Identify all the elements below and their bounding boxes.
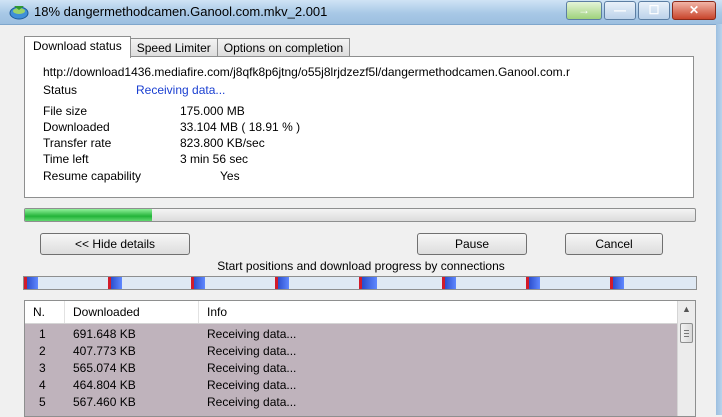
connection-marker — [442, 277, 445, 289]
row-info: Receiving data... — [207, 395, 297, 409]
row-downloaded: 691.648 KB — [73, 327, 136, 341]
tab-strip: Download status Speed Limiter Options on… — [24, 36, 351, 58]
connection-marker — [275, 277, 278, 289]
idm-globe-icon — [9, 6, 29, 20]
list-item[interactable]: 4 464.804 KB Receiving data... — [25, 377, 677, 394]
connection-segment — [359, 277, 377, 289]
connection-marker — [191, 277, 194, 289]
row-info: Receiving data... — [207, 361, 297, 375]
resume-capability-label: Resume capability — [43, 169, 142, 183]
row-downloaded: 567.460 KB — [73, 395, 136, 409]
connection-marker — [24, 277, 27, 289]
close-button[interactable]: ✕ — [672, 1, 716, 20]
row-downloaded: 464.804 KB — [73, 378, 136, 392]
title-bar[interactable]: 18% dangermethodcamen.Ganool.com.mkv_2.0… — [0, 0, 722, 25]
column-header-downloaded[interactable]: Downloaded — [65, 301, 199, 323]
downloaded-value: 33.104 MB ( 18.91 % ) — [180, 120, 301, 134]
status-label: Status — [43, 83, 78, 97]
list-body: 1 691.648 KB Receiving data... 2 407.773… — [25, 324, 677, 416]
transfer-rate-value: 823.800 KB/sec — [180, 136, 265, 150]
row-downloaded: 407.773 KB — [73, 344, 136, 358]
row-number: 3 — [39, 361, 46, 375]
minimize-icon: — — [614, 3, 626, 17]
connection-marker — [526, 277, 529, 289]
time-left-value: 3 min 56 sec — [180, 152, 249, 166]
grip-line — [684, 333, 689, 334]
maximize-button[interactable]: ☐ — [638, 1, 670, 20]
tab-speed-limiter[interactable]: Speed Limiter — [129, 38, 218, 57]
minimize-button[interactable]: — — [604, 1, 636, 20]
scrollbar-thumb[interactable] — [680, 323, 693, 343]
list-item[interactable]: 3 565.074 KB Receiving data... — [25, 360, 677, 377]
window-controls: → — ☐ ✕ — [564, 1, 716, 20]
list-header: N. Downloaded Info — [25, 301, 677, 324]
tab-options-on-completion[interactable]: Options on completion — [216, 38, 351, 57]
close-icon: ✕ — [688, 3, 700, 17]
connection-segment — [108, 277, 122, 289]
connections-progress-bar — [23, 276, 697, 290]
download-progress-bar — [24, 208, 696, 222]
list-item[interactable]: 2 407.773 KB Receiving data... — [25, 343, 677, 360]
list-item[interactable]: 1 691.648 KB Receiving data... — [25, 326, 677, 343]
grip-line — [684, 336, 689, 337]
row-info: Receiving data... — [207, 344, 297, 358]
maximize-icon: ☐ — [648, 3, 660, 17]
list-scrollbar[interactable]: ▲ — [677, 301, 695, 416]
window-title: 18% dangermethodcamen.Ganool.com.mkv_2.0… — [34, 4, 328, 19]
connection-segment — [275, 277, 289, 289]
connection-segment — [24, 277, 38, 289]
connection-marker — [610, 277, 613, 289]
download-status-panel: http://download1436.mediafire.com/j8qfk8… — [24, 56, 694, 198]
row-number: 4 — [39, 378, 46, 392]
extra-button[interactable]: → — [566, 1, 602, 20]
row-number: 5 — [39, 395, 46, 409]
downloaded-label: Downloaded — [43, 120, 110, 134]
row-number: 2 — [39, 344, 46, 358]
hide-details-button[interactable]: << Hide details — [40, 233, 190, 255]
arrow-right-icon: → — [578, 3, 590, 17]
list-item[interactable]: 5 567.460 KB Receiving data... — [25, 394, 677, 411]
connections-caption: Start positions and download progress by… — [217, 259, 505, 273]
progress-fill — [25, 209, 152, 221]
cancel-button[interactable]: Cancel — [565, 233, 663, 255]
file-size-label: File size — [43, 104, 88, 118]
row-info: Receiving data... — [207, 378, 297, 392]
connection-segment — [526, 277, 540, 289]
scroll-up-icon[interactable]: ▲ — [678, 301, 695, 318]
file-size-value: 175.000 MB — [180, 104, 245, 118]
resume-capability-value: Yes — [220, 169, 240, 183]
connection-segment — [610, 277, 624, 289]
pause-button[interactable]: Pause — [417, 233, 527, 255]
tab-download-status[interactable]: Download status — [24, 36, 131, 58]
connection-segment — [442, 277, 456, 289]
row-number: 1 — [39, 327, 46, 341]
connection-marker — [108, 277, 111, 289]
connections-list: N. Downloaded Info 1 691.648 KB Receivin… — [24, 300, 696, 417]
column-header-info[interactable]: Info — [199, 301, 677, 323]
row-downloaded: 565.074 KB — [73, 361, 136, 375]
connection-marker — [359, 277, 362, 289]
transfer-rate-label: Transfer rate — [43, 136, 112, 150]
connection-segment — [191, 277, 205, 289]
column-header-n[interactable]: N. — [25, 301, 65, 323]
row-info: Receiving data... — [207, 327, 297, 341]
time-left-label: Time left — [43, 152, 89, 166]
download-url: http://download1436.mediafire.com/j8qfk8… — [43, 65, 570, 79]
grip-line — [684, 330, 689, 331]
status-value: Receiving data... — [136, 83, 226, 97]
window-border — [716, 24, 722, 415]
